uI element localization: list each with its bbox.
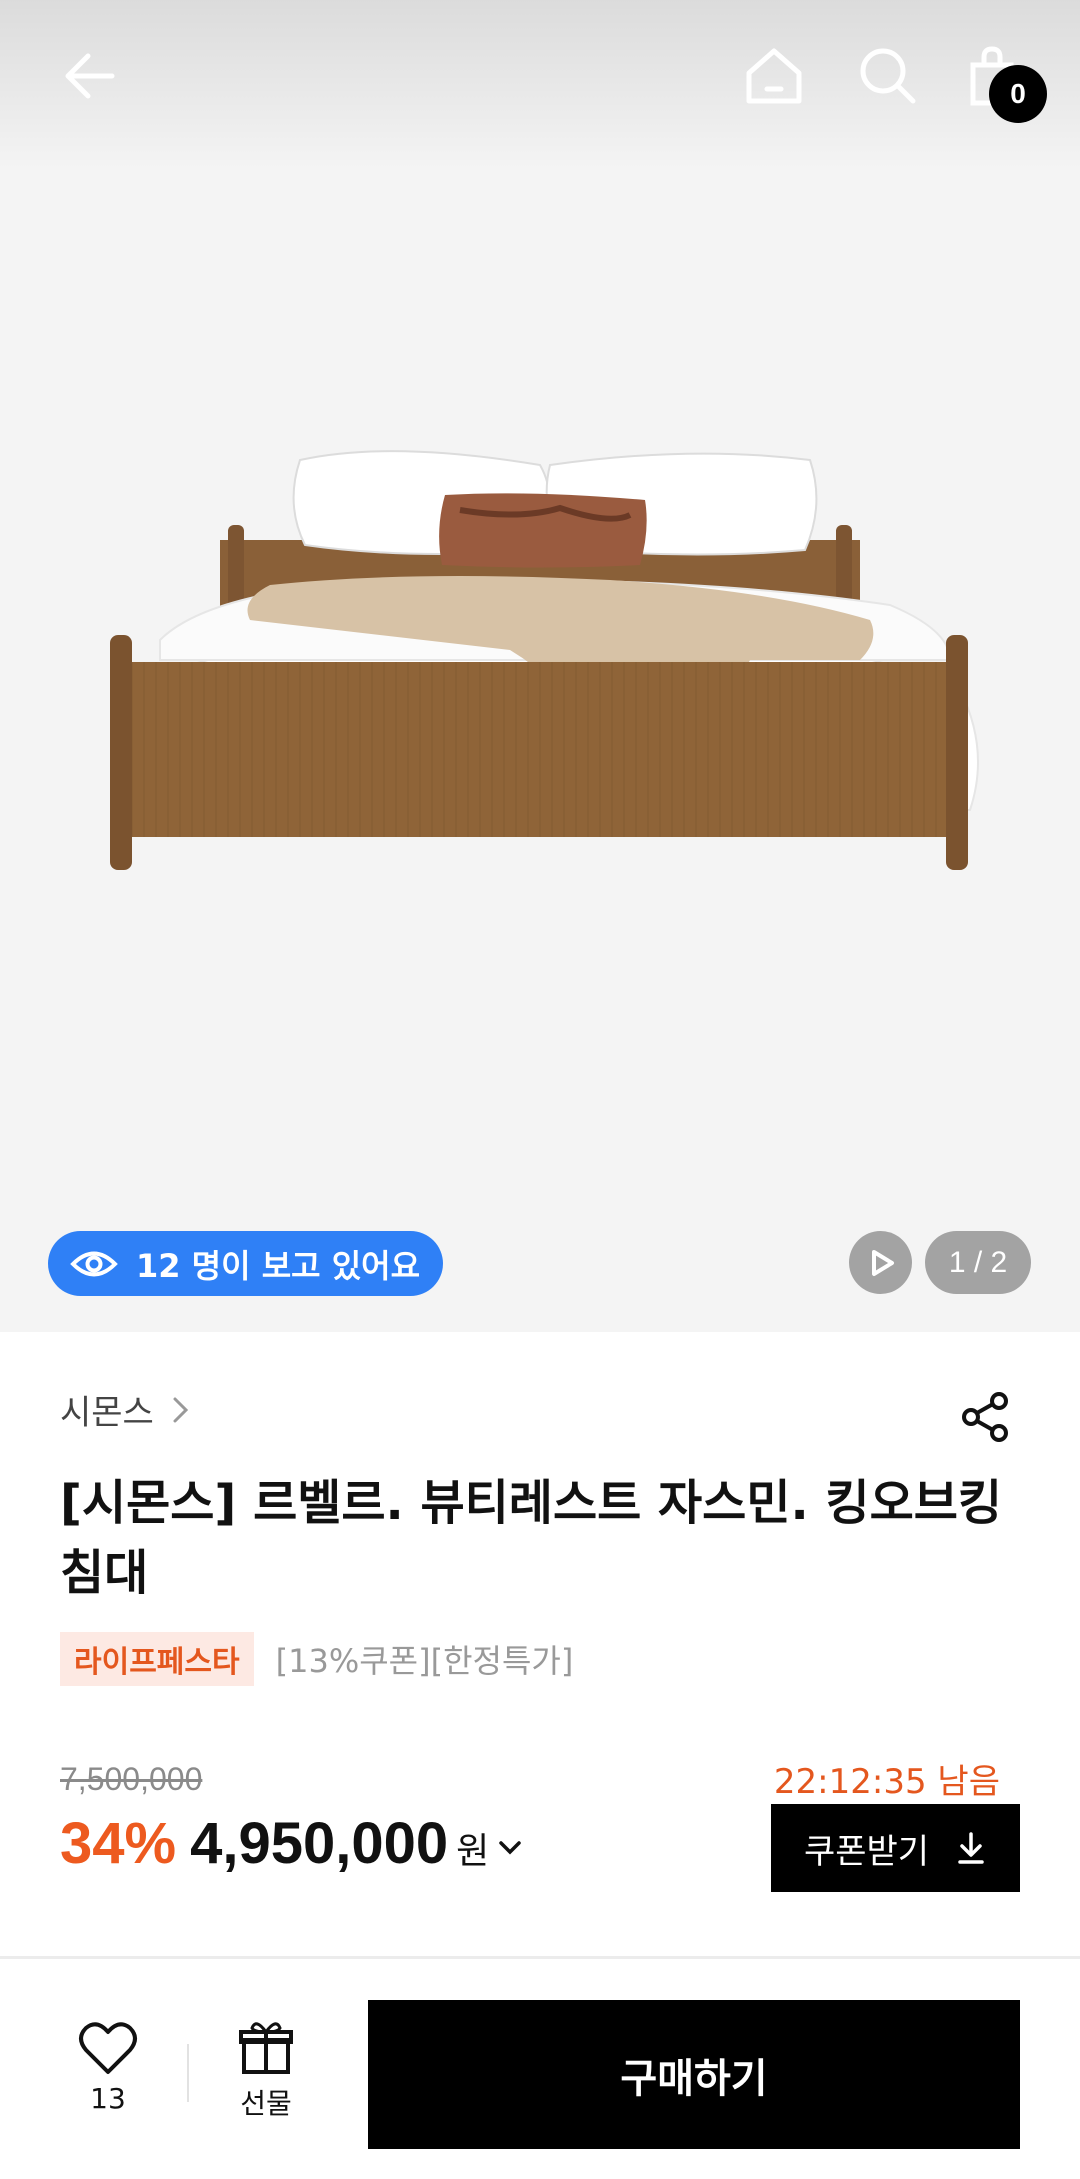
- gift-icon: [239, 2022, 293, 2074]
- back-button[interactable]: [50, 36, 130, 116]
- like-button[interactable]: 13: [60, 2020, 156, 2130]
- brand-link[interactable]: 시몬스: [60, 1385, 198, 1434]
- sale-price: 4,950,000: [190, 1811, 449, 1876]
- share-icon: [962, 1392, 1008, 1442]
- promo-tag-text: [13%쿠폰][한정특가]: [275, 1642, 574, 1680]
- product-gallery[interactable]: 0 12 명이 보고 있어요 1 / 2: [0, 0, 1080, 1332]
- heart-icon: [79, 2022, 137, 2074]
- search-icon: [860, 48, 916, 104]
- viewers-badge: 12 명이 보고 있어요: [48, 1231, 443, 1296]
- download-icon: [955, 1831, 987, 1865]
- coupon-button-label: 쿠폰받기: [803, 1831, 930, 1872]
- countdown-timer: 22:12:35 남음: [773, 1762, 1000, 1802]
- home-icon: [746, 48, 802, 104]
- home-button[interactable]: [734, 36, 814, 116]
- page-indicator: 1 / 2: [925, 1231, 1031, 1294]
- product-image[interactable]: [90, 430, 990, 900]
- back-arrow-icon: [65, 53, 115, 99]
- promo-tags: 라이프페스타 [13%쿠폰][한정특가]: [60, 1632, 573, 1686]
- section-divider: [0, 1956, 1080, 1959]
- share-button[interactable]: [950, 1382, 1020, 1452]
- chevron-right-icon: [173, 1397, 188, 1422]
- brand-name: 시몬스: [60, 1393, 154, 1433]
- play-icon: [871, 1249, 894, 1276]
- event-badge: 라이프페스타: [60, 1632, 254, 1686]
- video-play-button[interactable]: [849, 1231, 912, 1294]
- product-title: [시몬스] 르벨르. 뷰티레스트 자스민. 킹오브킹 침대: [60, 1475, 1003, 1601]
- discount-rate: 34%: [60, 1811, 177, 1876]
- price-row[interactable]: 34% 4,950,000 원: [60, 1810, 525, 1877]
- gift-button[interactable]: 선물: [218, 2020, 314, 2130]
- cart-count-badge: 0: [989, 65, 1047, 123]
- buy-button[interactable]: 구매하기: [368, 2000, 1020, 2149]
- original-price: 7,500,000: [60, 1761, 203, 1797]
- currency-unit: 원: [456, 1831, 490, 1872]
- search-button[interactable]: [848, 36, 928, 116]
- coupon-download-button[interactable]: 쿠폰받기: [771, 1804, 1020, 1892]
- bottom-divider: [187, 2044, 189, 2102]
- eye-icon: [70, 1251, 118, 1276]
- chevron-down-icon[interactable]: [495, 1833, 525, 1863]
- viewers-text: 12 명이 보고 있어요: [136, 1246, 421, 1285]
- like-count: 13: [90, 2082, 126, 2115]
- gift-label: 선물: [240, 2087, 292, 2120]
- top-navigation: 0: [0, 0, 1080, 160]
- buy-button-label: 구매하기: [620, 2055, 768, 2102]
